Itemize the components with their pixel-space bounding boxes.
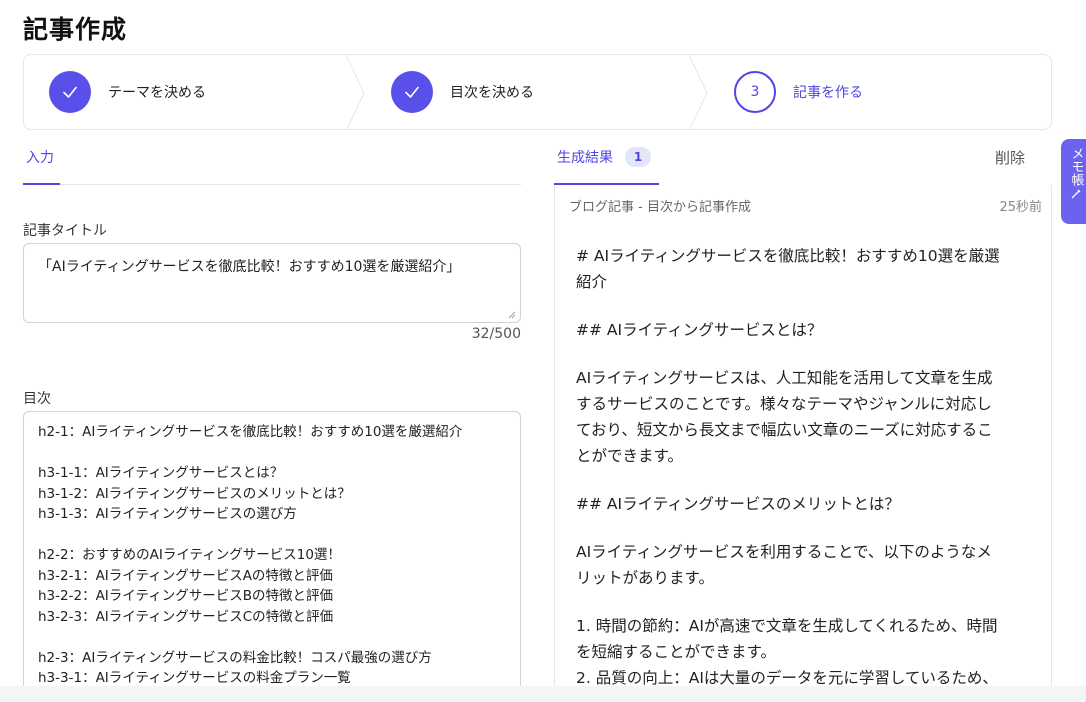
- step-label: 記事を作る: [793, 85, 863, 101]
- step-label: 目次を決める: [450, 85, 534, 101]
- result-count-badge: 1: [625, 147, 651, 167]
- tab-result[interactable]: 生成結果 1: [557, 147, 651, 167]
- page-title: 記事作成: [23, 15, 128, 44]
- step-divider: [689, 55, 708, 129]
- result-line: ており、短文から長文まで幅広い文章のニーズに対応するこ: [576, 421, 993, 439]
- result-line: 1. 時間の節約：AIが高速で文章を生成してくれるため、時間: [576, 617, 998, 635]
- tab-input[interactable]: 入力: [26, 147, 54, 167]
- article-title-field[interactable]: 「AIライティングサービスを徹底比較！おすすめ10選を厳選紹介」: [23, 243, 521, 323]
- delete-button[interactable]: 削除: [995, 147, 1025, 168]
- article-title-label: 記事タイトル: [23, 223, 107, 239]
- toc-line: h2-3：AIライティングサービスの料金比較！コスパ最強の選び方: [38, 649, 432, 666]
- tab-result-label: 生成結果: [557, 150, 613, 166]
- toc-field[interactable]: h2-1：AIライティングサービスを徹底比較！おすすめ10選を厳選紹介 h3-1-…: [23, 411, 521, 702]
- toc-line: h3-1-1：AIライティングサービスとは？: [38, 465, 284, 481]
- step-label: テーマを決める: [108, 85, 206, 101]
- result-header: ブログ記事 - 目次から記事作成: [569, 200, 751, 215]
- toc-line: h2-1：AIライティングサービスを徹底比較！おすすめ10選を厳選紹介: [38, 424, 463, 440]
- toc-line: h3-1-3：AIライティングサービスの選び方: [38, 506, 297, 522]
- result-line: AIライティングサービスは、人工知能を活用して文章を生成: [576, 369, 993, 387]
- article-title-value: 「AIライティングサービスを徹底比較！おすすめ10選を厳選紹介」: [38, 259, 461, 275]
- memo-label: メモ帳: [1068, 147, 1084, 186]
- result-line: 紹介: [576, 273, 608, 291]
- toc-label: 目次: [23, 391, 51, 407]
- result-body: # AIライティングサービスを徹底比較！おすすめ10選を厳選 紹介 ## AIライテ…: [576, 243, 1026, 691]
- toc-line: h3-2-1：AIライティングサービスAの特徴と評価: [38, 567, 333, 584]
- toc-content: h2-1：AIライティングサービスを徹底比較！おすすめ10選を厳選紹介 h3-1-…: [38, 422, 506, 689]
- toc-line: h3-2-3：AIライティングサービスCの特徴と評価: [38, 608, 334, 625]
- check-icon: [49, 71, 91, 113]
- resize-grip-icon[interactable]: [508, 311, 516, 319]
- toc-line: h3-1-2：AIライティングサービスのメリットとは？: [38, 485, 351, 502]
- result-panel[interactable]: ブログ記事 - 目次から記事作成 25秒前 # AIライティングサービスを徹底比…: [554, 185, 1052, 702]
- toc-line: h2-2：おすすめのAIライティングサービス10選！: [38, 547, 341, 563]
- result-line: リットがあります。: [576, 569, 714, 587]
- result-timestamp: 25秒前: [999, 200, 1042, 215]
- toc-line: [38, 443, 506, 464]
- step-number: 3: [734, 71, 776, 113]
- result-line: するサービスのことです。様々なテーマやジャンルに対応し: [576, 395, 992, 413]
- tab-divider: [23, 184, 521, 185]
- step-theme[interactable]: テーマを決める: [49, 55, 206, 129]
- toc-line: [38, 627, 506, 648]
- result-line: AIライティングサービスを利用することで、以下のようなメ: [576, 543, 992, 561]
- toc-line: h3-2-2：AIライティングサービスBの特徴と評価: [38, 588, 333, 604]
- step-toc[interactable]: 目次を決める: [391, 55, 534, 129]
- toc-line: [38, 525, 506, 546]
- result-line: # AIライティングサービスを徹底比較！おすすめ10選を厳選: [576, 247, 1000, 265]
- character-counter: 32/500: [471, 326, 521, 342]
- check-icon: [391, 71, 433, 113]
- page: 記事作成 テーマを決める 目次を決める 3 記事を作る 入力 記事タイトル 「A…: [0, 0, 1086, 702]
- pencil-icon: [1071, 189, 1081, 199]
- result-line: ## AIライティングサービスとは？: [576, 321, 823, 339]
- result-line: とができます。: [576, 447, 683, 465]
- tab-active-indicator: [23, 183, 60, 185]
- memo-tab[interactable]: メモ帳: [1061, 139, 1086, 224]
- progress-stepper: テーマを決める 目次を決める 3 記事を作る: [23, 54, 1052, 130]
- result-line: ## AIライティングサービスのメリットとは？: [576, 495, 900, 513]
- step-article[interactable]: 3 記事を作る: [734, 55, 863, 129]
- step-divider: [346, 55, 365, 129]
- result-line: を短縮することができます。: [576, 643, 776, 661]
- bottom-bar: [0, 686, 1086, 702]
